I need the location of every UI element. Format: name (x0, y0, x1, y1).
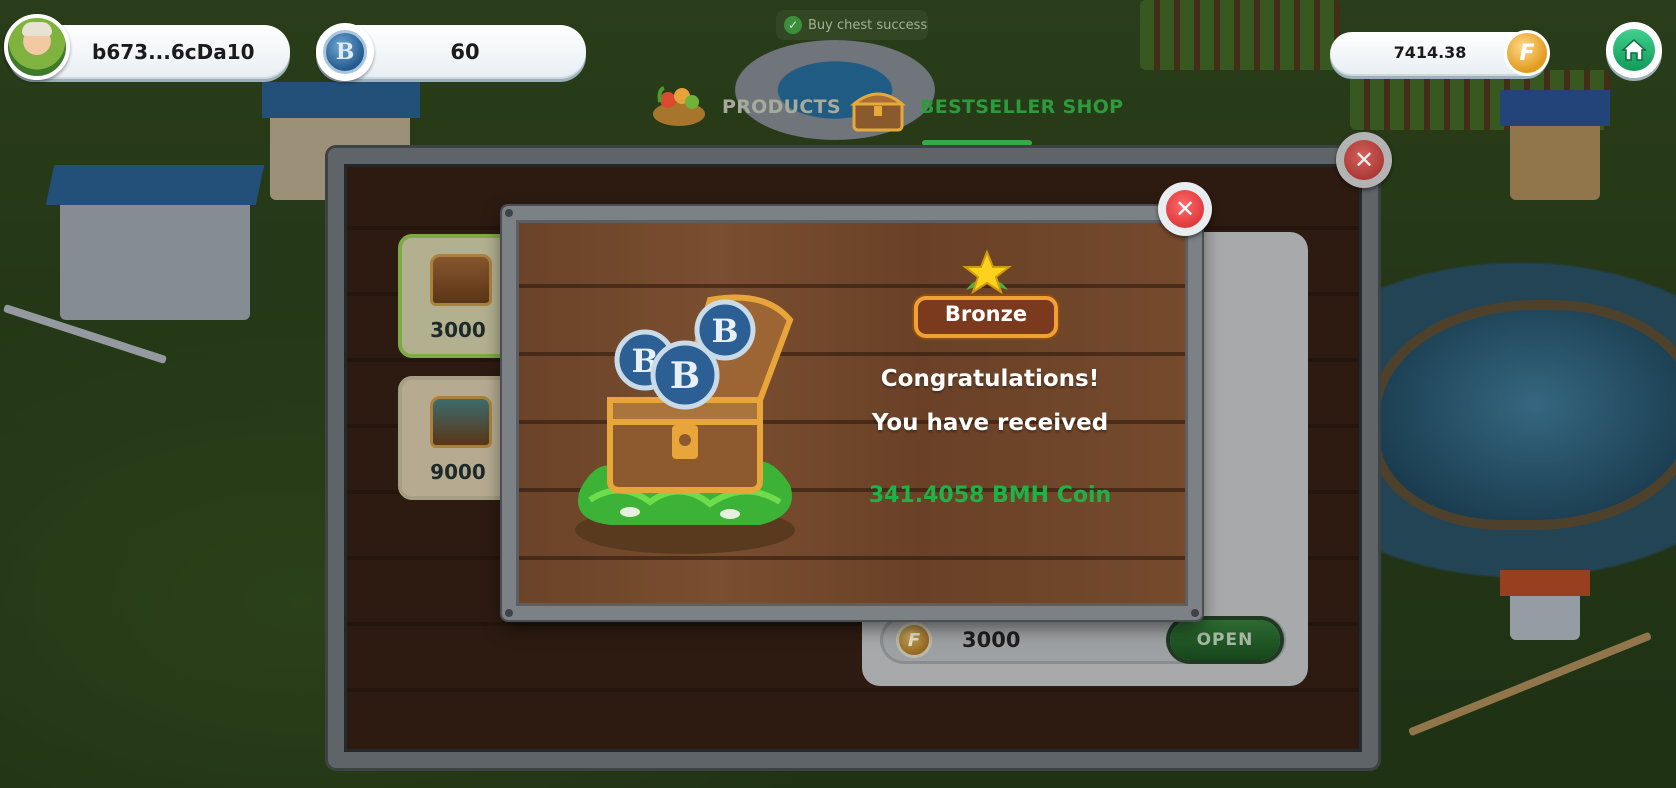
chest-icon (430, 396, 492, 448)
chest-card-bronze[interactable]: 3000 (398, 234, 518, 358)
shop-close-button[interactable]: ✕ (1336, 132, 1392, 188)
basket-icon (653, 86, 705, 126)
chest-card-silver[interactable]: 9000 (398, 376, 518, 500)
home-button[interactable] (1606, 22, 1662, 78)
chest-icon (430, 254, 492, 306)
tier-label: Bronze (944, 302, 1028, 326)
tab-bestseller-shop[interactable]: BESTSELLER SHOP (920, 96, 1123, 118)
pond (1370, 300, 1676, 530)
chest-icon (850, 92, 906, 132)
chest-detail-price: 3000 (962, 628, 1021, 652)
wallet-address: b673...6cDa10 (92, 40, 255, 64)
close-icon: ✕ (1344, 140, 1384, 180)
toast-notification: ✓ Buy chest success (776, 10, 928, 40)
f-token-balance: 7414.38 (1393, 43, 1467, 62)
f-token-icon: F (1504, 30, 1550, 76)
chest-price: 3000 (430, 318, 486, 342)
chest-price: 9000 (430, 460, 486, 484)
active-tab-indicator (922, 140, 1032, 146)
tier-badge: Bronze (914, 290, 1058, 342)
b-token-icon: B (316, 23, 374, 81)
farmer-avatar-icon[interactable] (4, 14, 70, 80)
congrats-heading: Congratulations! (880, 366, 1100, 392)
received-text: You have received (871, 410, 1109, 436)
f-token-icon: F (896, 622, 932, 658)
close-icon: ✕ (1166, 190, 1204, 228)
check-icon: ✓ (784, 16, 802, 34)
reward-amount: 341.4058 BMH Coin (868, 483, 1112, 508)
modal-close-button[interactable]: ✕ (1158, 182, 1212, 236)
tab-products[interactable]: PRODUCTS (722, 96, 841, 118)
home-icon (1613, 29, 1655, 71)
treasure-chest-with-coins-icon: B B B (575, 294, 795, 554)
b-token-balance: 60 (450, 40, 480, 64)
toast-text: Buy chest success (808, 17, 928, 33)
svg-text:B: B (670, 355, 700, 397)
svg-text:B: B (711, 312, 738, 350)
open-chest-button[interactable]: OPEN (1170, 620, 1280, 660)
